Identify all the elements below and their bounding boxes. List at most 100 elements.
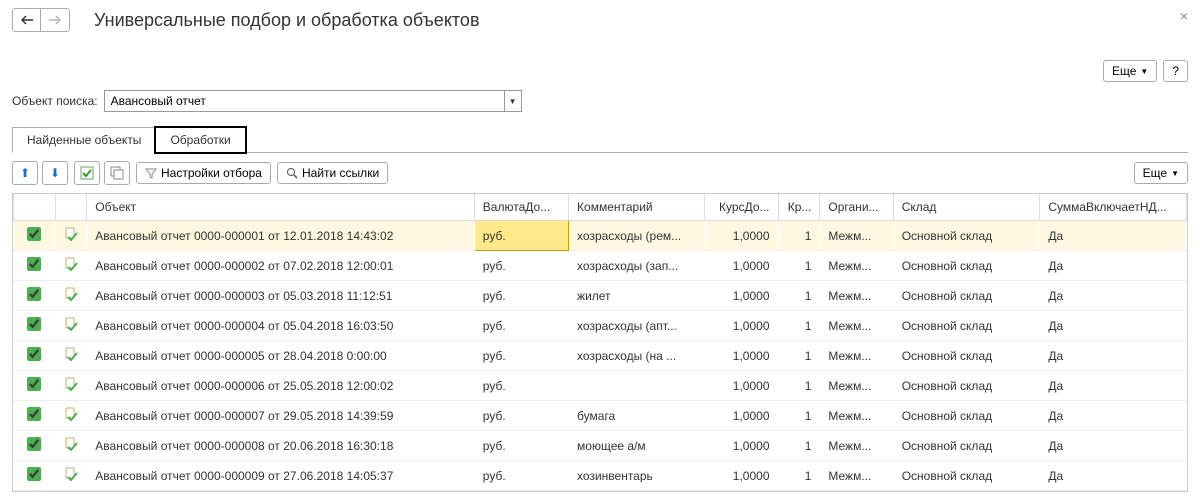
more-label: Еще [1143, 166, 1167, 180]
more-button-toolbar[interactable]: Еще ▼ [1134, 162, 1188, 184]
row-checkbox[interactable] [27, 437, 41, 451]
row-object: Авансовый отчет 0000-000006 от 25.05.201… [87, 371, 475, 401]
row-checkbox-cell[interactable] [14, 281, 56, 311]
row-currency: руб. [474, 281, 568, 311]
table-header-row: Объект ВалютаДо... Комментарий КурсДо...… [14, 194, 1187, 221]
row-icon-cell [55, 461, 86, 491]
col-kr[interactable]: Кр... [778, 194, 820, 221]
row-checkbox[interactable] [27, 227, 41, 241]
row-comment [569, 371, 705, 401]
row-org: Межм... [820, 431, 893, 461]
row-checkbox-cell[interactable] [14, 341, 56, 371]
row-rate: 1,0000 [705, 371, 778, 401]
row-checkbox[interactable] [27, 257, 41, 271]
find-refs-label: Найти ссылки [302, 166, 379, 180]
table-row[interactable]: Авансовый отчет 0000-000004 от 05.04.201… [14, 311, 1187, 341]
col-check[interactable] [14, 194, 56, 221]
row-kr: 1 [778, 251, 820, 281]
row-org: Межм... [820, 341, 893, 371]
row-checkbox[interactable] [27, 407, 41, 421]
row-object: Авансовый отчет 0000-000001 от 12.01.201… [87, 221, 475, 251]
close-button[interactable]: × [1180, 8, 1188, 24]
table-row[interactable]: Авансовый отчет 0000-000001 от 12.01.201… [14, 221, 1187, 251]
row-rate: 1,0000 [705, 431, 778, 461]
col-org[interactable]: Органи... [820, 194, 893, 221]
row-rate: 1,0000 [705, 461, 778, 491]
row-icon-cell [55, 371, 86, 401]
help-button[interactable]: ? [1163, 60, 1188, 82]
row-kr: 1 [778, 221, 820, 251]
row-kr: 1 [778, 311, 820, 341]
row-org: Межм... [820, 221, 893, 251]
row-checkbox-cell[interactable] [14, 401, 56, 431]
row-checkbox[interactable] [27, 377, 41, 391]
row-sum: Да [1040, 371, 1187, 401]
row-checkbox[interactable] [27, 317, 41, 331]
document-icon [64, 290, 78, 304]
col-currency[interactable]: ВалютаДо... [474, 194, 568, 221]
table-row[interactable]: Авансовый отчет 0000-000007 от 29.05.201… [14, 401, 1187, 431]
tab-found-objects[interactable]: Найденные объекты [12, 127, 156, 153]
move-up-button[interactable]: ⬆ [12, 161, 38, 185]
row-org: Межм... [820, 461, 893, 491]
filter-settings-button[interactable]: Настройки отбора [136, 162, 271, 184]
row-currency: руб. [474, 371, 568, 401]
row-checkbox[interactable] [27, 287, 41, 301]
uncheck-all-button[interactable] [104, 161, 130, 185]
nav-back-button[interactable] [13, 9, 41, 31]
move-down-button[interactable]: ⬇ [42, 161, 68, 185]
row-warehouse: Основной склад [893, 401, 1040, 431]
row-org: Межм... [820, 371, 893, 401]
row-object: Авансовый отчет 0000-000005 от 28.04.201… [87, 341, 475, 371]
row-org: Межм... [820, 251, 893, 281]
row-warehouse: Основной склад [893, 221, 1040, 251]
table-row[interactable]: Авансовый отчет 0000-000005 от 28.04.201… [14, 341, 1187, 371]
table-row[interactable]: Авансовый отчет 0000-000008 от 20.06.201… [14, 431, 1187, 461]
row-comment: хозрасходы (рем... [569, 221, 705, 251]
document-icon [64, 410, 78, 424]
table-row[interactable]: Авансовый отчет 0000-000009 от 27.06.201… [14, 461, 1187, 491]
col-sum-incl-vat[interactable]: СуммаВключаетНД... [1040, 194, 1187, 221]
row-currency: руб. [474, 251, 568, 281]
search-input[interactable] [104, 90, 504, 112]
row-object: Авансовый отчет 0000-000007 от 29.05.201… [87, 401, 475, 431]
row-kr: 1 [778, 461, 820, 491]
search-label: Объект поиска: [12, 94, 98, 108]
filter-icon [145, 167, 157, 179]
document-icon [64, 320, 78, 334]
col-warehouse[interactable]: Склад [893, 194, 1040, 221]
row-sum: Да [1040, 311, 1187, 341]
col-rate[interactable]: КурсДо... [705, 194, 778, 221]
row-checkbox-cell[interactable] [14, 251, 56, 281]
tab-processing[interactable]: Обработки [155, 127, 245, 153]
nav-forward-button[interactable] [41, 9, 69, 31]
row-checkbox-cell[interactable] [14, 311, 56, 341]
col-object[interactable]: Объект [87, 194, 475, 221]
row-checkbox-cell[interactable] [14, 371, 56, 401]
col-icon[interactable] [55, 194, 86, 221]
row-warehouse: Основной склад [893, 341, 1040, 371]
row-sum: Да [1040, 281, 1187, 311]
col-comment[interactable]: Комментарий [569, 194, 705, 221]
table-row[interactable]: Авансовый отчет 0000-000006 от 25.05.201… [14, 371, 1187, 401]
document-icon [64, 440, 78, 454]
row-checkbox-cell[interactable] [14, 221, 56, 251]
arrow-down-icon: ⬇ [50, 166, 60, 180]
row-checkbox-cell[interactable] [14, 431, 56, 461]
table-row[interactable]: Авансовый отчет 0000-000002 от 07.02.201… [14, 251, 1187, 281]
row-icon-cell [55, 221, 86, 251]
check-all-button[interactable] [74, 161, 100, 185]
row-checkbox[interactable] [27, 347, 41, 361]
search-dropdown-button[interactable]: ▼ [504, 90, 522, 112]
search-icon [286, 167, 298, 179]
row-object: Авансовый отчет 0000-000004 от 05.04.201… [87, 311, 475, 341]
chevron-down-icon: ▼ [1171, 169, 1179, 178]
row-currency: руб. [474, 401, 568, 431]
row-checkbox-cell[interactable] [14, 461, 56, 491]
table-row[interactable]: Авансовый отчет 0000-000003 от 05.03.201… [14, 281, 1187, 311]
row-icon-cell [55, 401, 86, 431]
more-button-top[interactable]: Еще ▼ [1103, 60, 1157, 82]
row-checkbox[interactable] [27, 467, 41, 481]
row-warehouse: Основной склад [893, 281, 1040, 311]
find-refs-button[interactable]: Найти ссылки [277, 162, 388, 184]
